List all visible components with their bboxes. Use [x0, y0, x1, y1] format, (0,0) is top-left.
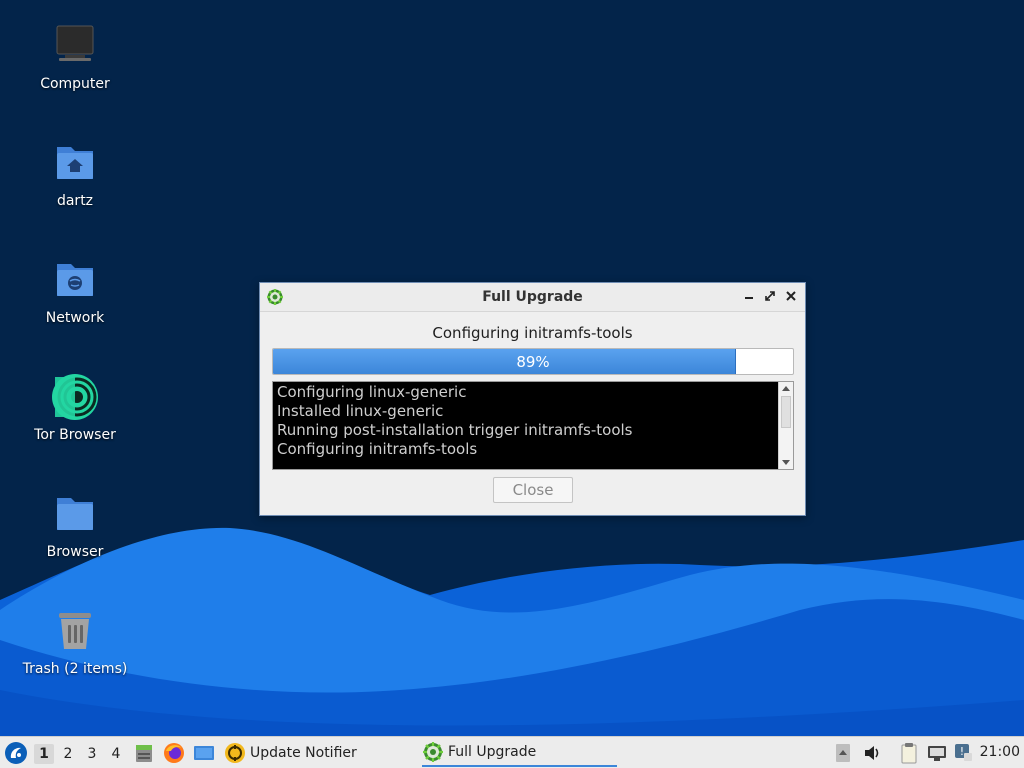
tray-panel-toggle[interactable] — [835, 743, 851, 763]
log-line: Configuring initramfs-tools — [277, 440, 478, 458]
file-manager-launcher[interactable] — [133, 742, 155, 764]
task-label: Full Upgrade — [448, 744, 537, 760]
network-folder-icon — [51, 256, 99, 304]
close-icon — [786, 291, 796, 301]
log-line: Configuring linux-generic — [277, 383, 467, 401]
desktop-icon-label: Browser — [46, 544, 104, 560]
scroll-up-icon[interactable] — [782, 386, 790, 391]
desktop-icon-computer[interactable]: Computer — [20, 22, 130, 92]
svg-text:!: ! — [960, 745, 964, 758]
status-text: Configuring initramfs-tools — [432, 324, 633, 342]
dialog-title: Full Upgrade — [482, 289, 583, 305]
network-icon — [928, 746, 946, 761]
desktop-icon-label: dartz — [56, 193, 94, 209]
show-desktop-launcher[interactable] — [193, 742, 215, 764]
update-notifier-icon — [225, 743, 245, 763]
task-label: Update Notifier — [250, 745, 357, 761]
volume-button[interactable] — [862, 743, 882, 763]
desktop-icon-dartz[interactable]: dartz — [20, 139, 130, 209]
clipboard-icon — [901, 743, 917, 764]
log-output[interactable]: Configuring linux-generic Installed linu… — [272, 381, 794, 470]
full-upgrade-dialog: Full Upgrade Configuring initramfs-tools… — [259, 282, 806, 516]
taskbar: 1 2 3 4 Update Notifier Full Upgrade ! 2… — [0, 736, 1024, 768]
chevron-up-icon — [836, 744, 850, 762]
trash-icon — [51, 607, 99, 655]
tor-browser-icon — [51, 373, 99, 421]
log-scrollbar[interactable] — [778, 382, 793, 469]
close-button[interactable]: Close — [493, 477, 573, 503]
clock[interactable]: 21:00 — [980, 744, 1020, 760]
network-button[interactable] — [926, 743, 948, 763]
scroll-thumb[interactable] — [781, 396, 791, 428]
task-full-upgrade[interactable]: Full Upgrade — [422, 739, 617, 767]
minimize-icon — [745, 297, 753, 299]
maximize-icon — [765, 291, 775, 301]
home-folder-icon — [51, 139, 99, 187]
minimize-button[interactable] — [741, 288, 757, 304]
gear-icon — [423, 742, 443, 762]
desktop-icon-label: Trash (2 items) — [22, 661, 128, 677]
desktop-icon-trash[interactable]: Trash (2 items) — [20, 607, 130, 677]
firefox-icon — [164, 743, 184, 763]
progress-label: 89% — [516, 353, 550, 371]
workspace-3[interactable]: 3 — [82, 744, 102, 764]
desktop-icon-network[interactable]: Network — [20, 256, 130, 326]
clipboard-button[interactable] — [899, 742, 919, 764]
update-tray-button[interactable]: ! — [953, 742, 973, 762]
log-lines: Configuring linux-generic Installed linu… — [277, 383, 775, 459]
lubuntu-menu-icon — [5, 742, 27, 764]
volume-icon — [865, 746, 879, 760]
file-cabinet-icon — [136, 745, 152, 762]
desktop-icon-label: Network — [45, 310, 105, 326]
progress-bar: 89% — [272, 348, 794, 375]
scroll-down-icon[interactable] — [782, 460, 790, 465]
start-menu-button[interactable] — [4, 741, 28, 765]
maximize-button[interactable] — [762, 288, 778, 304]
info-icon: ! — [955, 744, 972, 761]
workspace-2[interactable]: 2 — [58, 744, 78, 764]
firefox-launcher[interactable] — [163, 742, 185, 764]
close-window-button[interactable] — [783, 288, 799, 304]
computer-icon — [51, 22, 99, 70]
desktop-icon-browser[interactable]: Browser — [20, 490, 130, 560]
desktop-icon-tor-browser[interactable]: Tor Browser — [20, 373, 130, 443]
task-update-notifier[interactable]: Update Notifier — [224, 739, 414, 767]
workspace-4[interactable]: 4 — [106, 744, 126, 764]
desktop-icon — [194, 746, 214, 760]
desktop-icon-label: Tor Browser — [34, 427, 116, 443]
log-line: Installed linux-generic — [277, 402, 444, 420]
workspace-1[interactable]: 1 — [34, 744, 54, 764]
log-line: Running post-installation trigger initra… — [277, 421, 633, 439]
folder-icon — [51, 490, 99, 538]
desktop-icon-label: Computer — [40, 76, 110, 92]
dialog-titlebar[interactable]: Full Upgrade — [260, 283, 805, 312]
